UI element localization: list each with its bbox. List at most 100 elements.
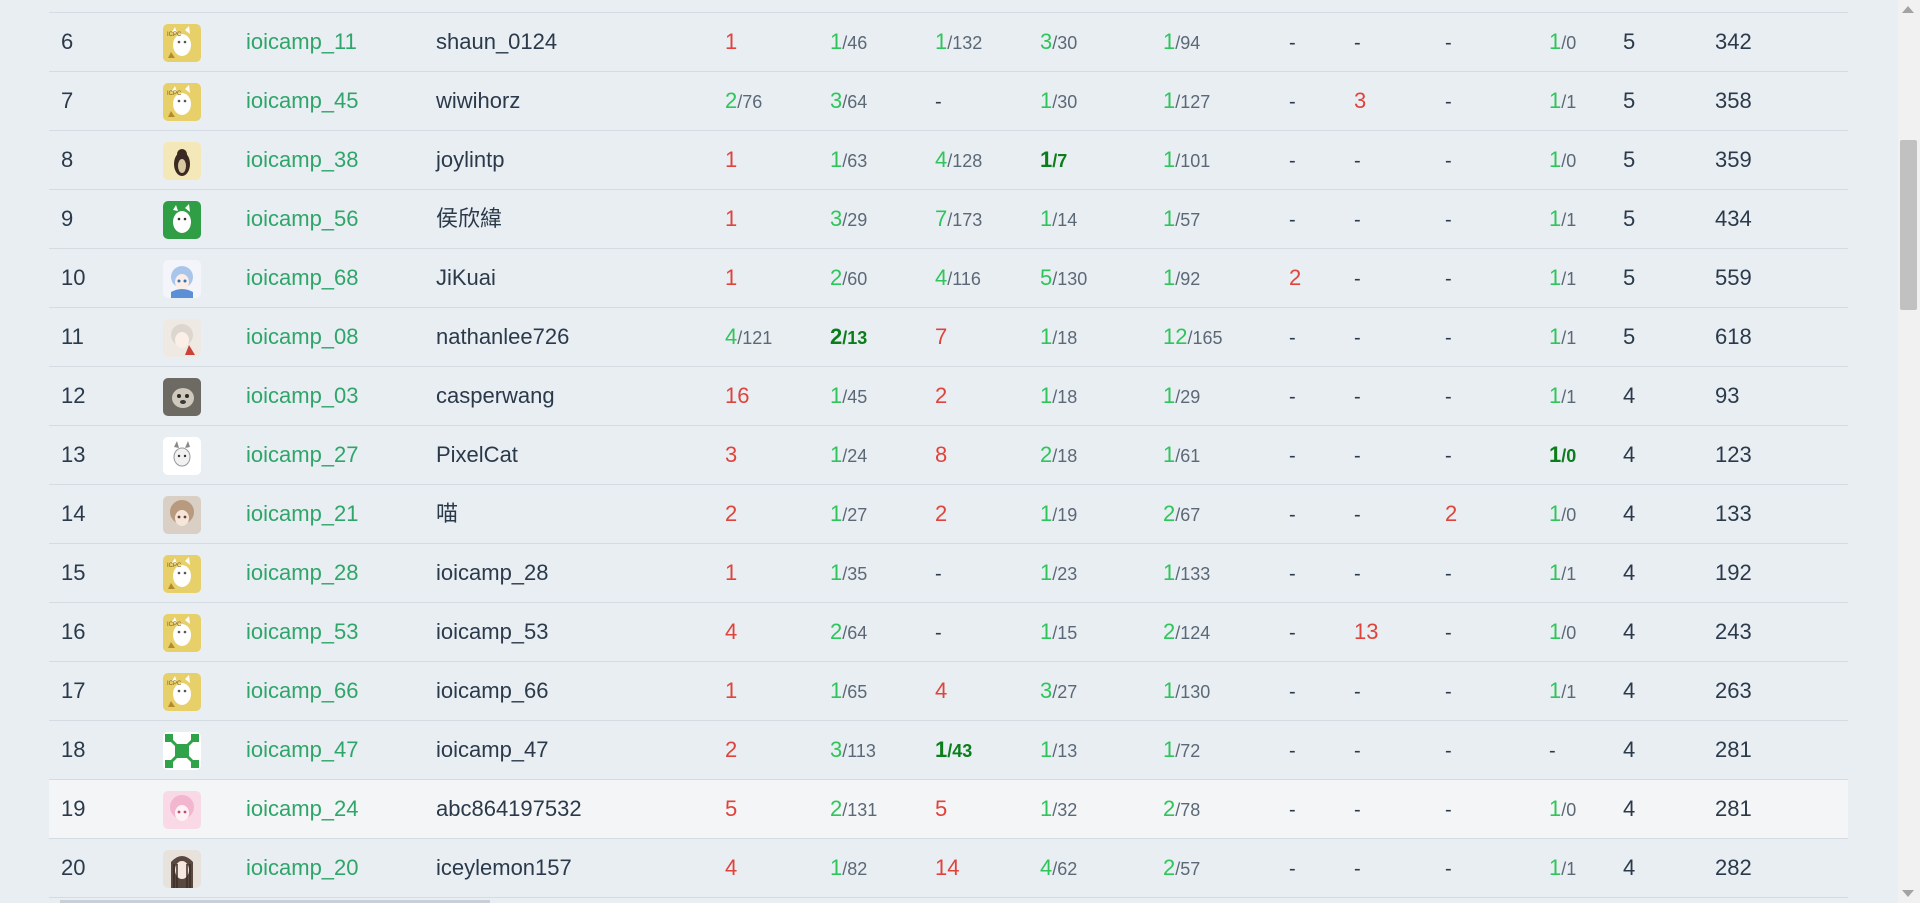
solve-time: /1 [1561,210,1577,230]
handle-link[interactable]: ioicamp_08 [246,324,359,349]
attempt-count: 1 [1549,560,1562,585]
solved-count-cell: 5 [1623,147,1636,172]
solve-time: /61 [1175,446,1201,466]
problem-cell-3: 3/27 [1040,662,1077,720]
handle-cell: ioicamp_21 [246,485,359,543]
solve-time: /14 [1052,210,1078,230]
handle-link[interactable]: ioicamp_27 [246,442,359,467]
solve-time: /92 [1175,269,1201,289]
scroll-down-arrow-icon[interactable] [1902,890,1914,897]
table-row: 19 ioicamp_24 abc864197532 5 2/131 5 1/32 2/78 -… [49,780,1848,839]
problem-cell-6: - [1354,721,1361,779]
problem-cell-6: - [1354,249,1361,307]
attempt-count: 16 [725,383,750,408]
attempt-count: - [1289,740,1296,762]
attempt-count: 1 [1163,147,1176,172]
scoreboard-page: 6 ICPC ioicamp_11 shaun_0124 1 1/46 1/132 3/30 1… [0,0,1920,903]
attempt-count: - [1445,327,1452,349]
handle-link[interactable]: ioicamp_24 [246,796,359,821]
avatar [163,142,201,180]
handle-link[interactable]: ioicamp_28 [246,560,359,585]
problem-cell-2: 1/132 [935,13,982,71]
handle-link[interactable]: ioicamp_11 [246,29,357,54]
handle-link[interactable]: ioicamp_56 [246,206,359,231]
vertical-scroll-thumb[interactable] [1900,140,1917,310]
attempt-count: - [1354,740,1361,762]
attempt-count: - [1354,268,1361,290]
attempt-count: 1 [1549,206,1562,231]
solve-time: /127 [1175,92,1211,112]
svg-text:ICPC: ICPC [167,681,182,687]
solve-time: /64 [842,623,868,643]
problem-cell-6: - [1354,426,1361,484]
problem-cell-2: 14 [935,839,959,897]
solve-time: /94 [1175,33,1201,53]
handle-cell: ioicamp_45 [246,72,359,130]
handle-link[interactable]: ioicamp_47 [246,737,359,762]
handle-link[interactable]: ioicamp_66 [246,678,359,703]
svg-text:ICPC: ICPC [167,32,182,38]
problem-cell-2: 5 [935,780,947,838]
attempt-count: - [1289,681,1296,703]
penalty-cell: 123 [1715,442,1752,467]
solve-time: /131 [842,800,878,820]
handle-link[interactable]: ioicamp_21 [246,501,359,526]
handle-link[interactable]: ioicamp_45 [246,88,359,113]
handle-link[interactable]: ioicamp_53 [246,619,359,644]
attempt-count: - [1289,622,1296,644]
problem-cell-8: 1/0 [1549,780,1576,838]
penalty-cell: 559 [1715,265,1752,290]
attempt-count: 8 [935,442,948,467]
attempt-count: 1 [935,29,948,54]
solve-time: /1 [1561,387,1577,407]
problem-cell-2: 1/43 [935,721,972,779]
solve-time: /7 [1052,151,1068,171]
handle-link[interactable]: ioicamp_38 [246,147,359,172]
attempt-count: 1 [1040,324,1053,349]
attempt-count: 1 [1040,560,1053,585]
handle-link[interactable]: ioicamp_20 [246,855,359,880]
scroll-up-arrow-icon[interactable] [1902,6,1914,13]
attempt-count: 3 [830,206,843,231]
solve-time: /62 [1052,859,1078,879]
handle-cell: ioicamp_08 [246,308,359,366]
vertical-scrollbar[interactable] [1898,0,1920,903]
attempt-count: 1 [1163,206,1176,231]
rank-cell: 20 [61,855,86,880]
attempt-count: - [1445,799,1452,821]
solve-time: /27 [842,505,868,525]
attempt-count: - [1354,799,1361,821]
problem-cell-6: - [1354,367,1361,425]
handle-link[interactable]: ioicamp_68 [246,265,359,290]
handle-link[interactable]: ioicamp_03 [246,383,359,408]
attempt-count: 2 [1163,855,1176,880]
attempt-count: 1 [1549,88,1562,113]
problem-cell-5: - [1289,72,1296,130]
attempt-count: - [1445,386,1452,408]
attempt-count: - [1289,209,1296,231]
attempt-count: 2 [1163,619,1176,644]
attempt-count: - [1354,681,1361,703]
handle-cell: ioicamp_27 [246,426,359,484]
attempt-count: 1 [830,678,843,703]
attempt-count: 2 [1289,265,1302,290]
problem-cell-3: 1/23 [1040,544,1077,602]
problem-cell-2: 7/173 [935,190,982,248]
problem-cell-5: - [1289,780,1296,838]
solve-time: /132 [947,33,983,53]
problem-cell-4: 1/101 [1163,131,1210,189]
nickname-cell: iceylemon157 [436,855,572,880]
attempt-count: 12 [1163,324,1188,349]
attempt-count: 1 [830,560,843,585]
nickname-cell: nathanlee726 [436,324,570,349]
attempt-count: 1 [1040,796,1053,821]
attempt-count: 4 [935,147,948,172]
attempt-count: 1 [725,560,738,585]
problem-cell-0: 1 [725,13,737,71]
solved-count-cell: 5 [1623,206,1636,231]
rank-cell: 15 [61,560,86,585]
nickname-cell: 侯欣緯 [436,206,503,231]
attempt-count: 4 [725,855,738,880]
problem-cell-0: 16 [725,367,749,425]
problem-cell-2: - [935,544,942,602]
